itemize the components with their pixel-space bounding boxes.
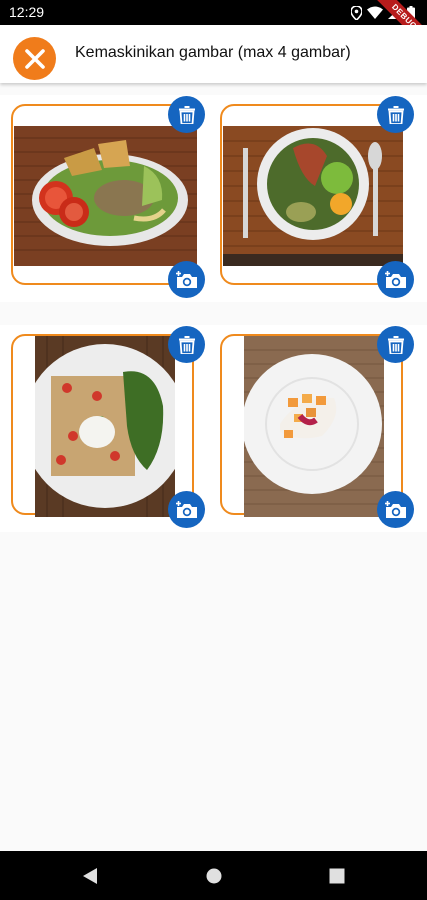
back-icon [83, 868, 97, 884]
app-bar: Kemaskinikan gambar (max 4 gambar) [0, 25, 427, 83]
food-photo-3 [35, 336, 175, 517]
camera-icon [175, 500, 197, 518]
status-time: 12:29 [9, 4, 45, 20]
nav-back-button[interactable] [79, 865, 101, 887]
home-icon [206, 868, 222, 884]
wifi-icon [367, 6, 383, 19]
trash-icon [178, 335, 195, 354]
delete-image-4-button[interactable] [377, 326, 414, 363]
page-title: Kemaskinikan gambar (max 4 gambar) [75, 44, 351, 61]
trash-icon [387, 335, 404, 354]
camera-icon [175, 270, 197, 288]
camera-icon [384, 270, 406, 288]
close-icon [24, 48, 45, 69]
delete-image-1-button[interactable] [168, 96, 205, 133]
delete-image-2-button[interactable] [377, 96, 414, 133]
recents-icon [329, 868, 345, 884]
system-nav-bar [0, 851, 427, 900]
food-photo-4 [244, 336, 384, 517]
food-photo-2 [223, 126, 403, 266]
location-icon [351, 5, 362, 20]
trash-icon [387, 105, 404, 124]
close-button[interactable] [13, 37, 56, 80]
replace-image-4-button[interactable] [377, 491, 414, 528]
trash-icon [178, 105, 195, 124]
status-bar: 12:29 DEBUG [0, 0, 427, 54]
food-photo-1 [14, 126, 197, 266]
nav-home-button[interactable] [203, 865, 225, 887]
nav-recents-button[interactable] [326, 865, 348, 887]
camera-icon [384, 500, 406, 518]
replace-image-3-button[interactable] [168, 491, 205, 528]
replace-image-2-button[interactable] [377, 261, 414, 298]
replace-image-1-button[interactable] [168, 261, 205, 298]
delete-image-3-button[interactable] [168, 326, 205, 363]
